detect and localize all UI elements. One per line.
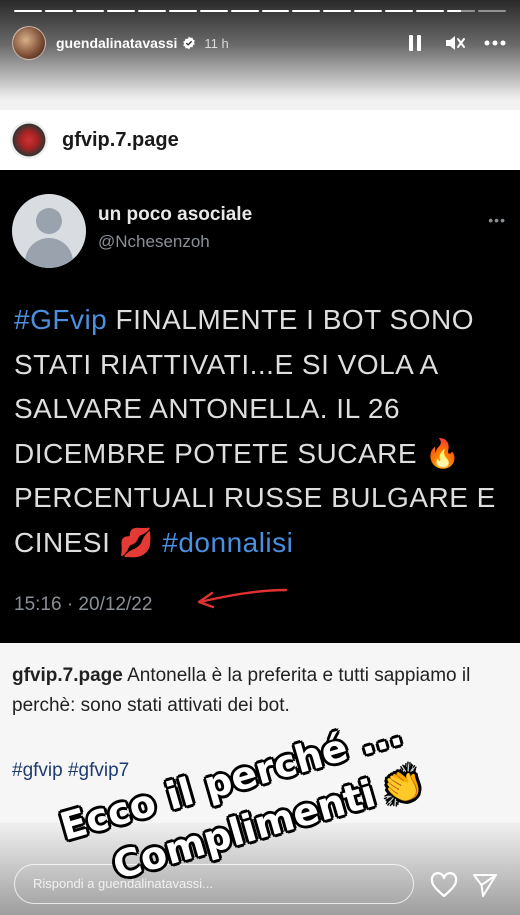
progress-segment — [261, 10, 290, 12]
post-time: 11 h — [204, 35, 229, 51]
progress-segment — [44, 10, 73, 12]
progress-segment — [230, 10, 259, 12]
pause-icon[interactable] — [404, 32, 426, 54]
post-avatar[interactable] — [10, 121, 48, 159]
tweet-avatar-placeholder-icon — [12, 194, 86, 268]
progress-segment — [75, 10, 104, 12]
tweet-screenshot: un poco asociale @Nchesenzoh ••• #GFvip … — [0, 170, 520, 643]
mute-icon[interactable] — [444, 32, 466, 54]
verified-badge-icon — [183, 36, 196, 50]
tweet-hashtag-2: #donnalisi — [162, 526, 294, 558]
story-progress — [14, 10, 506, 12]
send-icon[interactable] — [472, 872, 498, 898]
reposted-post-header: gfvip.7.page — [0, 110, 520, 170]
story-header: guendalinatavassi 11 h — [12, 26, 506, 60]
tweet-body: FINALMENTE I BOT SONO STATI RIATTIVATI..… — [14, 304, 496, 558]
progress-segment — [385, 10, 414, 12]
story-viewer: guendalinatavassi 11 h gfvip.7.page un p… — [0, 0, 520, 915]
progress-segment — [447, 10, 476, 12]
progress-segment — [323, 10, 352, 12]
avatar[interactable] — [12, 26, 46, 60]
progress-segment — [14, 10, 42, 12]
progress-segment — [354, 10, 383, 12]
tweet-display-name: un poco asociale — [98, 204, 253, 225]
caption-hashtags[interactable]: #gfvip #gfvip7 — [12, 760, 129, 782]
clapping-hands-icon: 👏 — [376, 761, 429, 812]
progress-segment — [106, 10, 135, 12]
progress-segment — [137, 10, 166, 12]
progress-segment — [292, 10, 321, 12]
tweet-text: #GFvip FINALMENTE I BOT SONO STATI RIATT… — [14, 298, 504, 565]
progress-segment — [168, 10, 197, 12]
caption-handle: gfvip.7.page — [12, 665, 123, 686]
post-handle[interactable]: gfvip.7.page — [62, 129, 179, 152]
heart-icon[interactable] — [430, 872, 458, 898]
progress-segment — [478, 10, 506, 12]
tweet-hashtag: #GFvip — [14, 304, 108, 335]
tweet-username: @Nchesenzoh — [98, 232, 210, 251]
username[interactable]: guendalinatavassi — [56, 35, 177, 51]
progress-segment — [416, 10, 445, 12]
more-icon[interactable] — [484, 32, 506, 54]
red-arrow-annotation-icon — [197, 588, 288, 609]
tweet-more-icon: ••• — [488, 212, 506, 228]
tweet-timestamp: 15:16 · 20/12/22 — [14, 594, 153, 615]
progress-segment — [199, 10, 228, 12]
